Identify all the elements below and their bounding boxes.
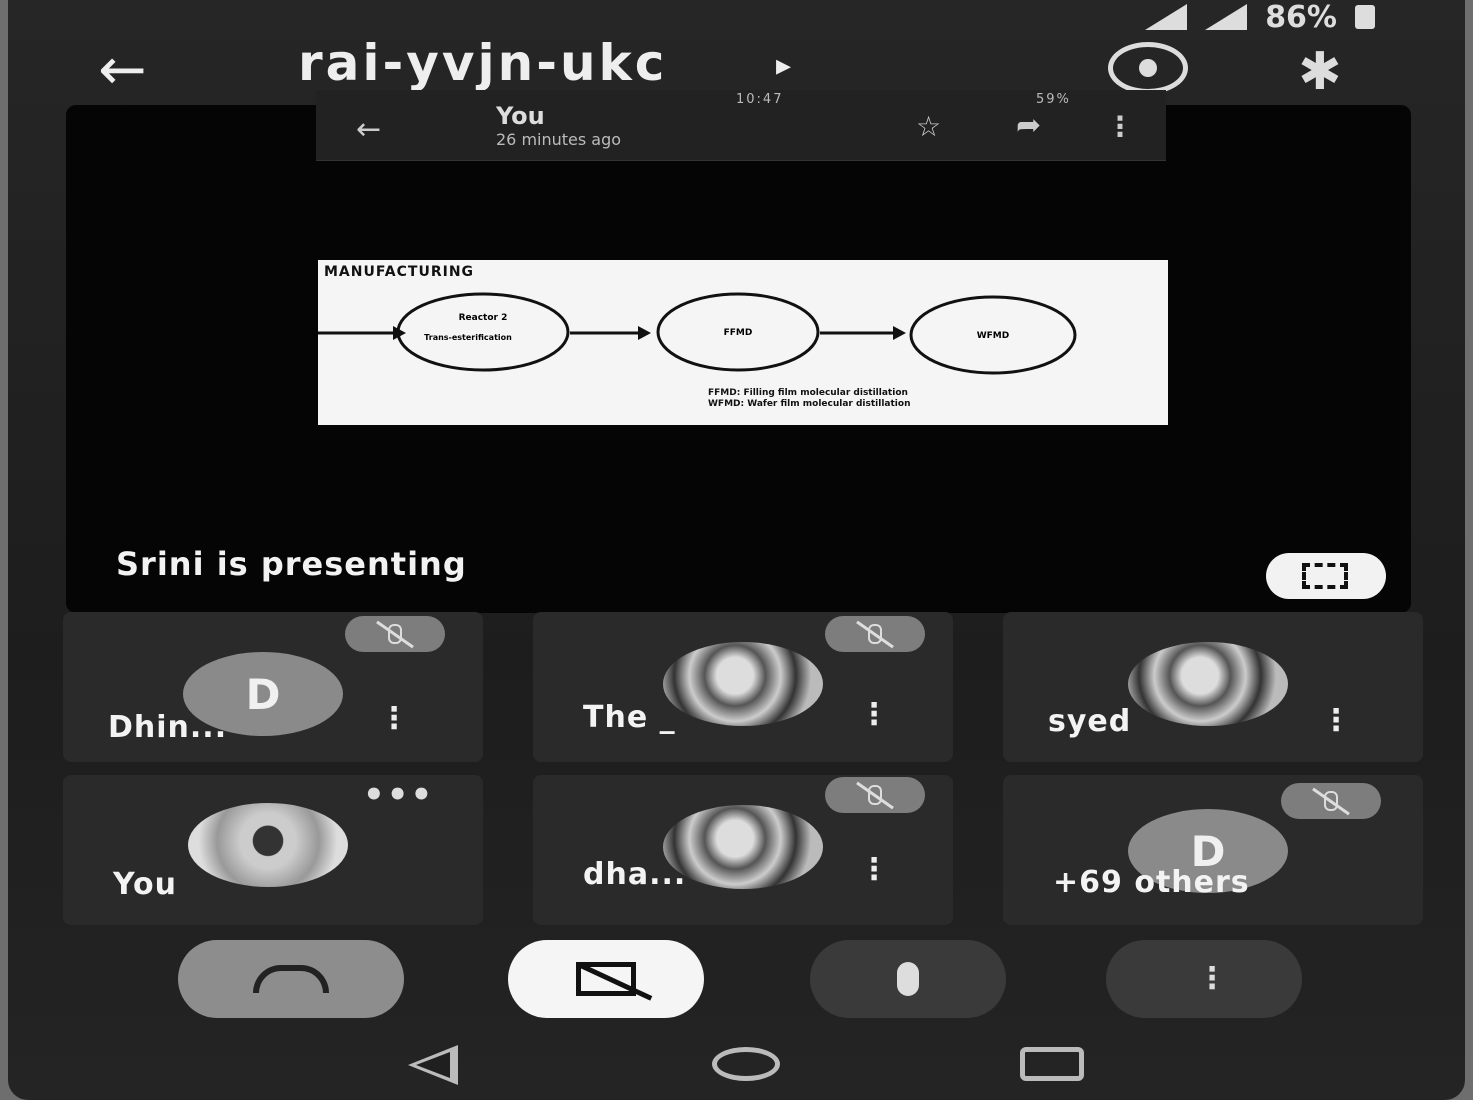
slide-legend-line-1: FFMD: Filling film molecular distillatio…: [708, 388, 908, 398]
back-arrow-icon[interactable]: ←: [98, 40, 147, 98]
muted-mic-icon: [825, 616, 925, 652]
muted-mic-icon: [825, 777, 925, 813]
fullscreen-button[interactable]: [1266, 553, 1386, 599]
participant-name: The _: [583, 700, 676, 735]
participant-tile-2[interactable]: The _ ⋮: [533, 612, 953, 762]
camera-off-icon: [576, 962, 636, 996]
phone-screen: 86% ← rai-yvjn-ukc ▸ ✱ 10:47 59% ← You 2…: [8, 0, 1465, 1100]
participant-tile-3[interactable]: syed ⋮: [1003, 612, 1423, 762]
stage-label-2: Trans-esterification: [424, 333, 512, 342]
presenter-label: Srini is presenting: [116, 545, 467, 583]
avatar: [188, 803, 348, 887]
system-nav-bar: [8, 1035, 1465, 1095]
participant-tile-self[interactable]: ••• You: [63, 775, 483, 925]
nav-back-icon[interactable]: [408, 1045, 458, 1085]
nav-home-icon[interactable]: [712, 1047, 780, 1081]
shared-subtitle: 26 minutes ago: [496, 130, 622, 149]
flow-arrow-2-head: [638, 326, 651, 340]
slide-legend-line-2: WFMD: Wafer film molecular distillation: [708, 399, 911, 409]
participant-more-icon[interactable]: ⋮: [859, 855, 889, 885]
shared-slide: MANUFACTURING Reactor 2 Trans-esterifica…: [318, 260, 1168, 425]
muted-mic-icon: [1281, 783, 1381, 819]
presentation-stage: 10:47 59% ← You 26 minutes ago ☆ ➦ ⋮ MAN…: [66, 90, 1411, 613]
avatar: [663, 642, 823, 726]
shared-screen-header: 10:47 59% ← You 26 minutes ago ☆ ➦ ⋮: [316, 90, 1166, 161]
stage-reactor: [396, 292, 570, 372]
avatar: [1128, 642, 1288, 726]
participant-tile-4[interactable]: dha... ⋮: [533, 775, 953, 925]
stage-label-1: Reactor 2: [459, 313, 508, 323]
slide-legend: FFMD: Filling film molecular distillatio…: [708, 388, 911, 410]
participant-name: +69 others: [1053, 865, 1250, 900]
stage-label-3: FFMD: [724, 328, 753, 338]
more-vert-icon: ⋮: [1197, 961, 1227, 996]
participant-more-icon[interactable]: ⋮: [859, 700, 889, 730]
end-call-icon: [253, 965, 329, 993]
nav-recents-icon[interactable]: [1020, 1047, 1084, 1081]
participant-tile-1[interactable]: D Dhin... ⋮: [63, 612, 483, 762]
shared-back-arrow-icon: ←: [356, 112, 382, 147]
switch-camera-icon[interactable]: [1108, 42, 1188, 94]
participant-more-icon[interactable]: ⋮: [379, 704, 409, 734]
shared-title: You: [496, 102, 545, 130]
speaking-indicator-icon: •••: [363, 775, 435, 815]
shared-status-bar: 10:47 59%: [316, 90, 1166, 110]
camera-toggle-button[interactable]: [508, 940, 704, 1018]
stage-label-4: WFMD: [977, 331, 1010, 341]
flow-arrow-3-head: [893, 326, 906, 340]
share-arrow-icon: ➦: [1016, 108, 1042, 143]
shared-status-battery: 59%: [1036, 92, 1071, 107]
fullscreen-icon: [1302, 563, 1348, 589]
meeting-code-title[interactable]: rai-yvjn-ukc: [298, 34, 667, 92]
meeting-details-chevron-icon[interactable]: ▸: [776, 48, 791, 83]
mic-icon: [897, 962, 919, 996]
participant-more-icon[interactable]: ⋮: [1321, 706, 1351, 736]
star-icon: ☆: [916, 110, 942, 143]
avatar: [663, 805, 823, 889]
end-call-button[interactable]: [178, 940, 404, 1018]
more-options-button[interactable]: ⋮: [1106, 940, 1302, 1018]
bluetooth-icon[interactable]: ✱: [1298, 42, 1342, 102]
muted-mic-icon: [345, 616, 445, 652]
app-bar: ← rai-yvjn-ukc ▸ ✱: [8, 20, 1465, 102]
shared-more-icon: ⋮: [1106, 110, 1134, 143]
participant-tile-others[interactable]: D +69 others: [1003, 775, 1423, 925]
shared-status-time: 10:47: [736, 92, 784, 107]
participant-name: dha...: [583, 857, 687, 892]
participant-name: Dhin...: [108, 710, 228, 745]
mic-toggle-button[interactable]: [810, 940, 1006, 1018]
participant-name: You: [113, 867, 177, 902]
participant-name: syed: [1048, 704, 1132, 739]
